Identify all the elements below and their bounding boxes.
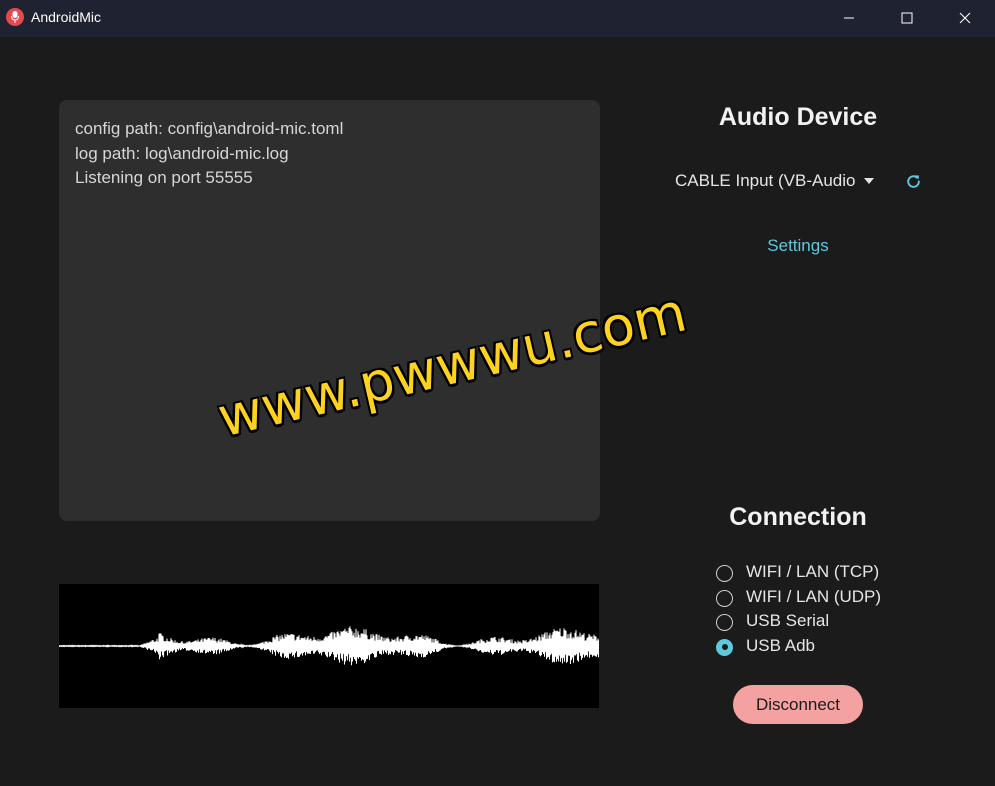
maximize-icon — [901, 12, 913, 24]
minimize-icon — [844, 17, 854, 19]
log-line: config path: config\android-mic.toml — [75, 119, 344, 138]
disconnect-button[interactable]: Disconnect — [733, 685, 863, 724]
audio-waveform — [59, 584, 599, 708]
minimize-button[interactable] — [821, 0, 879, 37]
title-bar: AndroidMic — [0, 0, 995, 37]
microphone-icon — [6, 8, 24, 26]
waveform-trace — [59, 626, 599, 666]
close-button[interactable] — [937, 0, 995, 37]
audio-device-heading: Audio Device — [718, 103, 878, 131]
log-text: config path: config\android-mic.toml log… — [75, 117, 343, 191]
connection-heading: Connection — [729, 503, 867, 531]
audio-device-value: CABLE Input (VB-Audio — [675, 170, 856, 190]
radio-button[interactable] — [716, 614, 733, 631]
maximize-button[interactable] — [879, 0, 937, 37]
close-icon — [959, 12, 971, 24]
radio-button-selected[interactable] — [716, 638, 733, 656]
radio-label: USB Serial — [746, 611, 830, 630]
log-line: Listening on port 55555 — [75, 168, 253, 187]
settings-link[interactable]: Settings — [698, 236, 898, 256]
radio-label: USB Adb — [746, 635, 815, 655]
refresh-icon[interactable] — [905, 173, 922, 190]
window-title: AndroidMic — [31, 9, 102, 25]
radio-button[interactable] — [716, 589, 733, 607]
radio-label: WIFI / LAN (UDP) — [746, 586, 882, 606]
audio-device-dropdown[interactable]: CABLE Input (VB-Audio — [675, 170, 875, 194]
radio-label: WIFI / LAN (TCP) — [746, 562, 880, 581]
radio-button[interactable] — [716, 565, 733, 582]
log-panel[interactable]: config path: config\android-mic.toml log… — [59, 100, 600, 521]
caret-down-icon — [864, 177, 875, 184]
log-line: log path: log\android-mic.log — [75, 143, 289, 163]
